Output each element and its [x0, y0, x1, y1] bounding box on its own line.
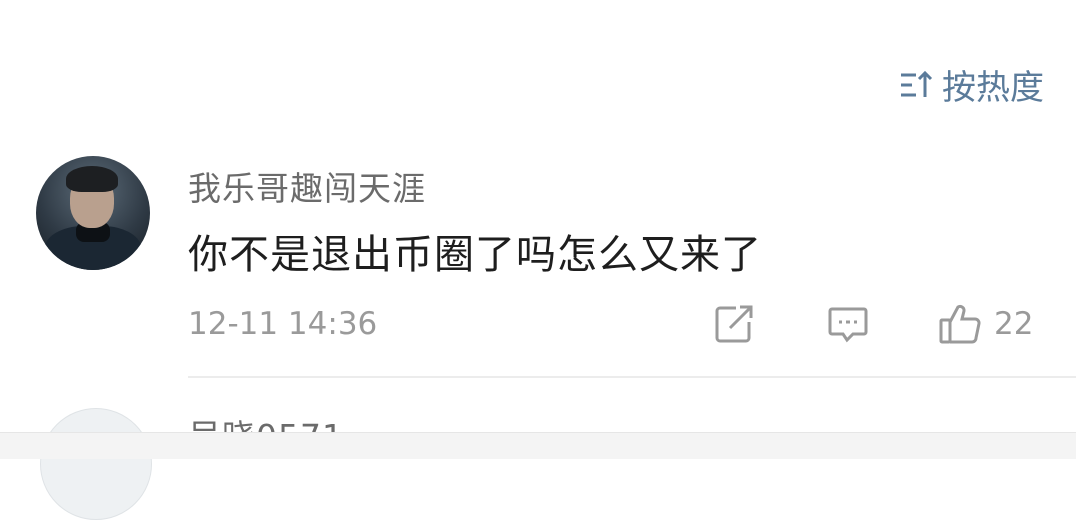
comment-username[interactable]: 我乐哥趣闯天涯: [188, 162, 426, 210]
like-count: 22: [994, 306, 1034, 342]
like-icon: [939, 304, 981, 344]
comment-text: 你不是退出币圈了吗怎么又来了: [188, 232, 762, 278]
sort-icon: [901, 70, 933, 97]
avatar[interactable]: [36, 156, 150, 270]
reply-icon: [828, 307, 868, 343]
avatar[interactable]: [40, 408, 152, 520]
comment-timestamp: 12-11 14:36: [188, 306, 378, 342]
share-icon: [715, 305, 753, 343]
divider: [188, 376, 1076, 378]
sort-by-hot-button[interactable]: 按热度: [898, 60, 1044, 109]
reply-button[interactable]: [826, 302, 870, 350]
like-button[interactable]: 22: [938, 302, 1033, 346]
sort-label: 按热度: [942, 68, 1044, 108]
share-button[interactable]: [712, 302, 756, 350]
bottom-bar: [0, 432, 1076, 459]
